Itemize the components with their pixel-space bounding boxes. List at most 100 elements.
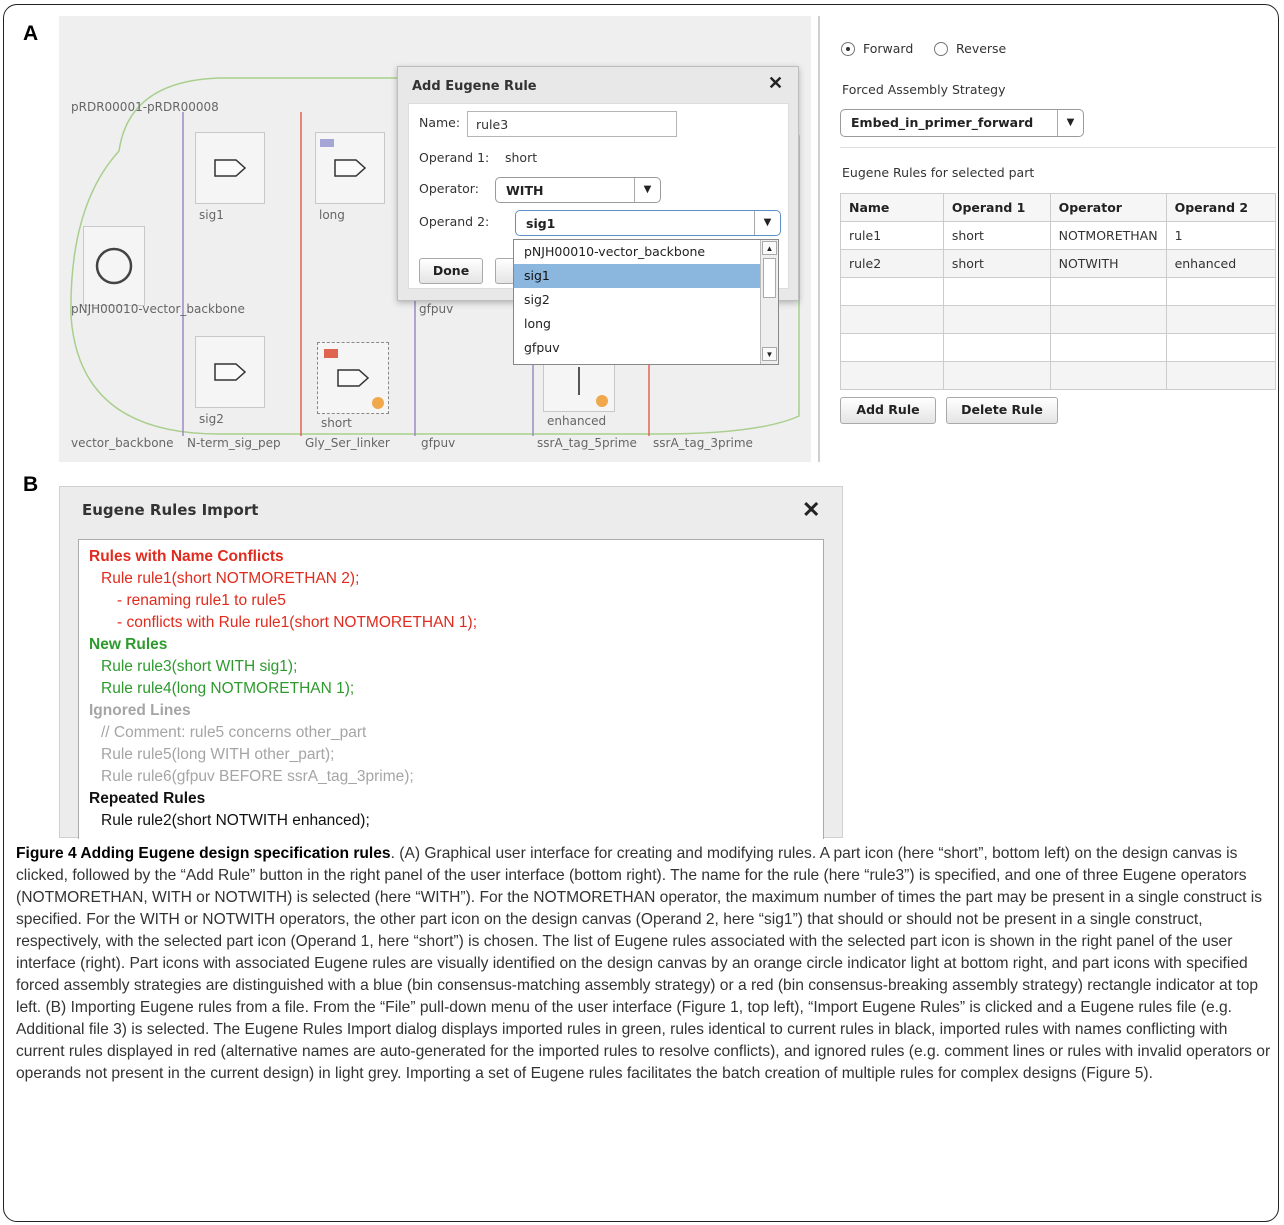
part-label: long — [319, 208, 345, 222]
chevron-down-icon: ▼ — [1057, 110, 1083, 136]
section-heading: New Rules — [89, 636, 168, 653]
scroll-up-icon[interactable]: ▲ — [762, 241, 777, 255]
scroll-thumb[interactable] — [763, 258, 776, 298]
table-cell: 1 — [1165, 221, 1277, 250]
pointer-arrow-icon — [214, 363, 246, 381]
table-cell: NOTMORETHAN — [1049, 221, 1167, 250]
table-row-empty — [840, 277, 1277, 306]
dropdown-option-selected[interactable]: sig1 — [514, 264, 760, 288]
part-label: sig2 — [199, 412, 224, 426]
part-sig1[interactable] — [195, 132, 265, 204]
bin-label: vector_backbone — [71, 436, 174, 450]
part-sig2[interactable] — [195, 336, 265, 408]
dropdown-option[interactable]: gfpuv — [514, 336, 760, 360]
operator-label: Operator: — [419, 181, 479, 196]
red-strategy-indicator — [324, 349, 338, 358]
part-short-selected[interactable] — [317, 342, 389, 414]
rule-line: Rule rule3(short WITH sig1); — [101, 658, 298, 675]
dialog-title: Eugene Rules Import — [82, 501, 259, 519]
operator-select[interactable]: WITH ▼ — [495, 177, 661, 203]
close-icon[interactable]: ✕ — [768, 73, 783, 94]
construct-label: pRDR00001-pRDR00008 — [71, 100, 219, 114]
caption-title: Figure 4 Adding Eugene design specificat… — [16, 845, 391, 862]
figure-caption: Figure 4 Adding Eugene design specificat… — [16, 843, 1274, 1085]
reverse-label: Reverse — [956, 41, 1007, 56]
rule-line: // Comment: rule5 concerns other_part — [101, 724, 367, 741]
table-row[interactable]: rule2 short NOTWITH enhanced — [840, 249, 1277, 278]
bin-label: gfpuv — [421, 436, 456, 450]
table-cell: short — [942, 221, 1051, 250]
table-cell: short — [942, 249, 1051, 278]
part-label: gfpuv — [419, 302, 454, 316]
eugene-rules-table: Name Operand 1 Operator Operand 2 rule1 … — [840, 193, 1277, 390]
table-cell: rule2 — [840, 249, 944, 278]
assembly-strategy-select[interactable]: Embed_in_primer_forward ▼ — [840, 109, 1084, 137]
operand2-dropdown-list[interactable]: pNJH00010-vector_backbone sig1 sig2 long… — [513, 239, 779, 365]
panel-divider[interactable] — [818, 16, 820, 462]
orange-rule-indicator — [372, 397, 384, 409]
close-icon[interactable]: ✕ — [802, 497, 820, 523]
bin-label: ssrA_tag_5prime — [537, 436, 637, 450]
chevron-down-icon: ▼ — [634, 178, 660, 202]
pointer-arrow-icon — [334, 159, 366, 177]
dropdown-option[interactable]: long — [514, 312, 760, 336]
rule-line: Rule rule1(short NOTMORETHAN 2); — [101, 570, 360, 587]
table-cell: rule1 — [840, 221, 944, 250]
scroll-down-icon[interactable]: ▼ — [762, 347, 777, 361]
panel-a-letter: A — [23, 22, 39, 45]
operand2-label: Operand 2: — [419, 214, 490, 229]
blue-strategy-indicator — [320, 139, 334, 147]
pointer-arrow-icon — [214, 159, 246, 177]
pointer-arrow-icon — [337, 369, 369, 387]
operand2-value: sig1 — [526, 216, 556, 231]
rule-line: Rule rule6(gfpuv BEFORE ssrA_tag_3prime)… — [101, 768, 414, 785]
done-button[interactable]: Done — [419, 258, 483, 284]
part-vector-backbone[interactable] — [83, 226, 145, 306]
orange-rule-indicator — [596, 395, 608, 407]
column-header[interactable]: Operand 2 — [1165, 193, 1277, 222]
rule-line: Rule rule5(long WITH other_part); — [101, 746, 335, 763]
operand1-value: short — [505, 150, 538, 165]
strategy-value: Embed_in_primer_forward — [851, 115, 1034, 130]
rule-line: Rule rule4(long NOTMORETHAN 1); — [101, 680, 355, 697]
add-rule-button[interactable]: Add Rule — [840, 397, 936, 424]
dropdown-scrollbar[interactable]: ▲ ▼ — [760, 240, 778, 364]
operand2-select[interactable]: sig1 ▼ — [515, 210, 781, 236]
chevron-down-icon: ▼ — [754, 211, 780, 235]
column-header[interactable]: Operand 1 — [942, 193, 1051, 222]
section-divider — [840, 147, 1276, 148]
rule-name-input[interactable]: rule3 — [467, 111, 677, 137]
delete-rule-button[interactable]: Delete Rule — [946, 397, 1058, 424]
column-header[interactable]: Operator — [1049, 193, 1167, 222]
operand1-label: Operand 1: — [419, 150, 490, 165]
column-header[interactable]: Name — [840, 193, 944, 222]
bin-label: Gly_Ser_linker — [305, 436, 390, 450]
table-header-row: Name Operand 1 Operator Operand 2 — [840, 193, 1277, 222]
operator-value: WITH — [506, 183, 544, 198]
section-heading: Ignored Lines — [89, 702, 191, 719]
section-heading: Repeated Rules — [89, 790, 206, 807]
reverse-radio[interactable] — [934, 42, 948, 56]
part-label: enhanced — [547, 414, 607, 428]
part-label: short — [321, 416, 352, 430]
panel-b-letter: B — [23, 473, 39, 496]
forward-label: Forward — [863, 41, 914, 56]
rules-section-label: Eugene Rules for selected part — [842, 165, 1035, 180]
caption-body: . (A) Graphical user interface for creat… — [16, 845, 1271, 1082]
strategy-label: Forced Assembly Strategy — [842, 82, 1006, 97]
table-row-empty — [840, 361, 1277, 390]
part-label: sig1 — [199, 208, 224, 222]
import-results-list: Rules with Name Conflicts Rule rule1(sho… — [78, 539, 824, 839]
bin-label: ssrA_tag_3prime — [653, 436, 753, 450]
table-row[interactable]: rule1 short NOTMORETHAN 1 — [840, 221, 1277, 250]
section-heading: Rules with Name Conflicts — [89, 548, 284, 565]
dropdown-option[interactable]: pNJH00010-vector_backbone — [514, 240, 760, 264]
rule-line: - conflicts with Rule rule1(short NOTMOR… — [117, 614, 478, 631]
circle-icon — [95, 247, 133, 285]
part-long[interactable] — [315, 132, 385, 204]
forward-radio[interactable] — [841, 42, 855, 56]
rule-line: Rule rule2(short NOTWITH enhanced); — [101, 812, 370, 829]
dialog-title: Add Eugene Rule — [412, 79, 537, 94]
dropdown-option[interactable]: sig2 — [514, 288, 760, 312]
table-cell: NOTWITH — [1049, 249, 1167, 278]
